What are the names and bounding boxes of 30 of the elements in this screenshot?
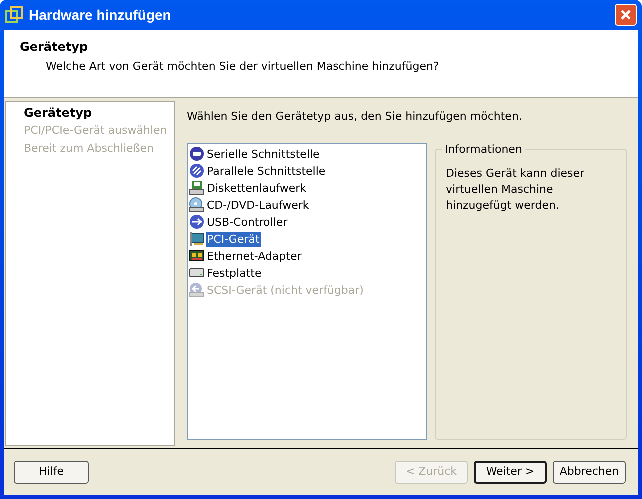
info-text: Dieses Gerät kann dieser virtuellen Maschine hinzugefügt werden. <box>446 166 586 214</box>
wizard-step: Gerätetyp <box>24 105 92 121</box>
list-item[interactable]: Festplatte <box>206 266 263 280</box>
list-item[interactable]: Diskettenlaufwerk <box>206 180 308 196</box>
disc-drive-icon <box>189 197 205 213</box>
pci-card-icon <box>189 231 205 247</box>
list-item[interactable]: Serielle Schnittstelle <box>206 146 321 162</box>
parallel-port-icon <box>189 163 205 179</box>
close-button[interactable] <box>615 4 637 26</box>
help-button[interactable]: Hilfe <box>14 460 89 484</box>
window-title: Hardware hinzufügen <box>29 6 172 25</box>
serial-port-icon <box>189 146 205 162</box>
floppy-drive-icon <box>189 180 205 196</box>
usb-icon <box>189 214 205 230</box>
page-heading: Gerätetyp <box>20 39 88 56</box>
wizard-step: PCI/PCIe-Gerät auswählen <box>24 123 168 139</box>
list-item[interactable]: CD-/DVD-Laufwerk <box>206 198 310 212</box>
network-card-icon <box>189 248 205 264</box>
list-item[interactable]: PCI-Gerät <box>206 232 261 246</box>
list-item[interactable]: USB-Controller <box>206 214 289 230</box>
wizard-button[interactable]: Abbrechen <box>553 460 626 484</box>
instruction-text: Wählen Sie den Gerätetyp aus, den Sie hinzufügen möchten. <box>187 109 522 125</box>
wizard-step: Bereit zum Abschließen <box>24 141 154 157</box>
list-item[interactable]: Ethernet-Adapter <box>206 248 303 264</box>
page-description: Welche Art von Gerät möchten Sie der virtuellen Maschine hinzufügen? <box>45 59 440 75</box>
app-logo-icon <box>5 6 23 24</box>
list-item[interactable]: Parallele Schnittstelle <box>206 164 327 178</box>
scsi-device-icon <box>189 282 205 298</box>
wizard-button[interactable]: Weiter > <box>474 460 547 484</box>
close-icon <box>620 9 632 21</box>
